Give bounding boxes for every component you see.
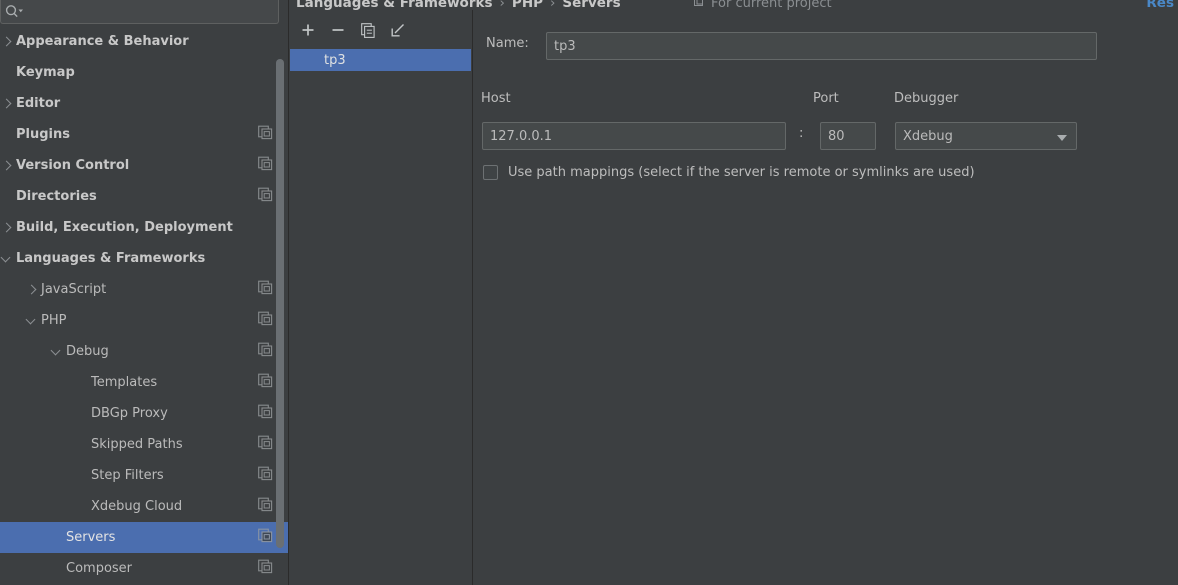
project-scope-icon (258, 497, 276, 516)
project-scope-icon (258, 125, 276, 144)
chevron-right-icon[interactable] (0, 97, 14, 111)
chevron-right-icon[interactable] (0, 221, 14, 235)
tree-arrow-placeholder (75, 407, 89, 421)
chevron-down-icon[interactable] (50, 345, 64, 359)
sidebar-item-label: Keymap (16, 65, 75, 80)
tree-arrow-placeholder (0, 66, 14, 80)
sidebar-item-label: Skipped Paths (91, 437, 183, 452)
chevron-down-icon (1057, 135, 1067, 141)
port-label: Port (813, 91, 839, 106)
sidebar-item-editor[interactable]: Editor (0, 88, 288, 119)
tree-arrow-placeholder (75, 500, 89, 514)
sidebar-item-debug[interactable]: Debug (0, 336, 288, 367)
sidebar-item-label: Xdebug Cloud (91, 499, 183, 514)
sidebar-item-directories[interactable]: Directories (0, 181, 288, 212)
sidebar-item-appearance-behavior[interactable]: Appearance & Behavior (0, 26, 288, 57)
list-item-label: tp3 (324, 52, 346, 68)
sidebar-item-templates[interactable]: Templates (0, 367, 288, 398)
debugger-selected-value: Xdebug (903, 128, 953, 144)
settings-search-box[interactable] (0, 0, 279, 24)
sidebar-item-build-execution-deployment[interactable]: Build, Execution, Deployment (0, 212, 288, 243)
sidebar-item-dbgp-proxy[interactable]: DBGp Proxy (0, 398, 288, 429)
chevron-down-icon[interactable] (0, 252, 14, 266)
chevron-down-icon[interactable] (25, 314, 39, 328)
project-scope-icon (258, 404, 276, 423)
tree-arrow-placeholder (50, 531, 64, 545)
sidebar-item-label: Appearance & Behavior (16, 34, 189, 49)
tree-arrow-placeholder (0, 190, 14, 204)
server-list[interactable]: tp3 (290, 49, 471, 71)
use-path-mappings-checkbox[interactable] (483, 165, 498, 180)
sidebar-scrollbar[interactable] (276, 59, 284, 548)
chevron-right-icon[interactable] (0, 35, 14, 49)
project-scope-icon (258, 559, 276, 578)
sidebar-item-label: Templates (91, 375, 158, 390)
search-icon (5, 4, 25, 20)
sidebar-item-label: Build, Execution, Deployment (16, 220, 233, 235)
tree-arrow-placeholder (75, 376, 89, 390)
sidebar-item-version-control[interactable]: Version Control (0, 150, 288, 181)
sidebar-item-servers[interactable]: Servers (0, 522, 288, 553)
sidebar-item-composer[interactable]: Composer (0, 553, 288, 584)
host-port-separator: : (799, 126, 804, 141)
tree-arrow-placeholder (75, 438, 89, 452)
server-list-toolbar (289, 17, 472, 43)
project-scope-icon (258, 373, 276, 392)
host-label: Host (481, 91, 511, 106)
tree-arrow-placeholder (50, 562, 64, 576)
project-scope-icon (258, 528, 276, 547)
project-scope-icon (258, 280, 276, 299)
sidebar-item-keymap[interactable]: Keymap (0, 57, 288, 88)
chevron-right-icon[interactable] (25, 283, 39, 297)
sidebar-item-label: Directories (16, 189, 97, 204)
name-label: Name: (486, 36, 529, 51)
sidebar-item-label: Step Filters (91, 468, 164, 483)
sidebar-item-label: JavaScript (41, 282, 107, 297)
add-server-button[interactable] (297, 19, 319, 41)
sidebar-item-xdebug-cloud[interactable]: Xdebug Cloud (0, 491, 288, 522)
debugger-select[interactable]: Xdebug (895, 122, 1077, 150)
settings-tree[interactable]: Appearance & Behavior Keymap Editor Plugins… (0, 26, 288, 585)
sidebar-item-javascript[interactable]: JavaScript (0, 274, 288, 305)
sidebar-item-languages-frameworks[interactable]: Languages & Frameworks (0, 243, 288, 274)
sidebar-item-skipped-paths[interactable]: Skipped Paths (0, 429, 288, 460)
debugger-label: Debugger (894, 91, 959, 106)
use-path-mappings-label: Use path mappings (select if the server … (508, 165, 975, 180)
sidebar-item-step-filters[interactable]: Step Filters (0, 460, 288, 491)
settings-tree-list: Appearance & Behavior Keymap Editor Plugins… (0, 26, 288, 584)
chevron-right-icon[interactable] (0, 159, 14, 173)
copy-server-button[interactable] (357, 19, 379, 41)
sidebar-item-plugins[interactable]: Plugins (0, 119, 288, 150)
remove-server-button[interactable] (327, 19, 349, 41)
sidebar-item-label: Debug (66, 344, 109, 359)
settings-dialog: Appearance & Behavior Keymap Editor Plugins… (0, 0, 1178, 585)
sidebar-item-label: Servers (66, 530, 116, 545)
sidebar-item-label: Languages & Frameworks (16, 251, 206, 266)
sidebar-item-label: Editor (16, 96, 61, 111)
project-scope-icon (258, 156, 276, 175)
server-list-panel: tp3 (289, 10, 472, 585)
list-item[interactable]: tp3 (290, 49, 471, 71)
sidebar-item-label: DBGp Proxy (91, 406, 168, 421)
sidebar-item-label: PHP (41, 313, 67, 328)
project-scope-icon (258, 311, 276, 330)
project-scope-icon (258, 342, 276, 361)
server-detail-form: Name: Share Host Port Debugger : Xdebug … (473, 10, 1178, 585)
scope-label: For current project (711, 0, 832, 11)
import-server-button[interactable] (387, 19, 409, 41)
use-path-mappings-row[interactable]: Use path mappings (select if the server … (483, 165, 975, 180)
project-scope-icon (258, 466, 276, 485)
port-input[interactable] (820, 122, 876, 150)
host-input[interactable] (482, 122, 786, 150)
name-input[interactable] (546, 32, 1097, 60)
sidebar-item-php[interactable]: PHP (0, 305, 288, 336)
tree-arrow-placeholder (75, 469, 89, 483)
project-scope-icon (258, 435, 276, 454)
sidebar-scrollbar-thumb[interactable] (276, 59, 284, 548)
tree-arrow-placeholder (0, 128, 14, 142)
sidebar-item-label: Version Control (16, 158, 130, 173)
sidebar-item-label: Plugins (16, 127, 70, 142)
sidebar-item-label: Composer (66, 561, 133, 576)
project-scope-icon (258, 187, 276, 206)
